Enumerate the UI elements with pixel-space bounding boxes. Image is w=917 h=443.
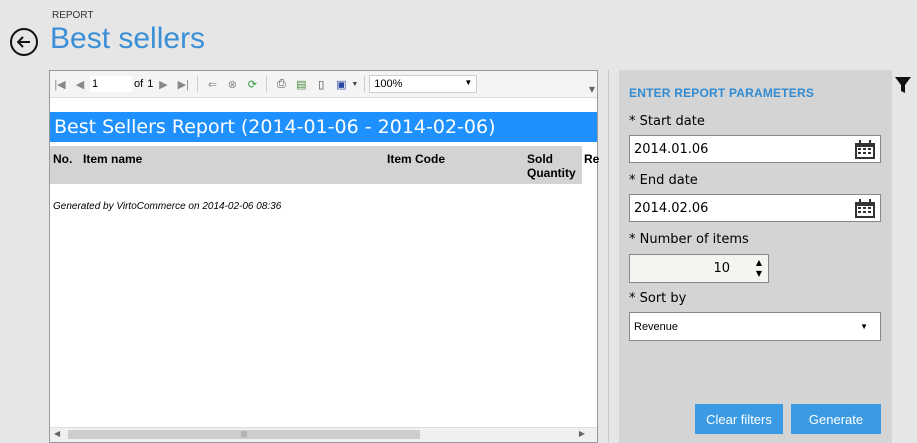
last-page-icon[interactable]: ▶| [176, 77, 190, 91]
report-column-header: No. Item name Item Code Sold Quantity Re [50, 146, 599, 184]
sort-by-value: Revenue [634, 320, 679, 333]
column-sold: Sold [527, 152, 553, 166]
scroll-right-icon[interactable]: ▶ [579, 429, 585, 438]
horizontal-scrollbar[interactable]: ◀ ||| ▶ [50, 427, 597, 442]
toolbar-separator [266, 76, 268, 92]
stop-icon[interactable]: ⊗ [225, 77, 239, 91]
generate-button[interactable]: Generate [791, 404, 881, 434]
next-page-icon[interactable]: ▶ [156, 77, 170, 91]
viewer-toolbar: |◀ ◀ of 1 ▶ ▶| ⇐ ⊗ ⟳ ⎙ ▤ ▯ ▣ ▼ 100% ▼ [50, 71, 597, 98]
column-item-name: Item name [83, 152, 143, 166]
items-count-label: * Number of items [629, 232, 749, 247]
column-no: No. [53, 152, 73, 166]
arrow-left-icon [17, 36, 30, 48]
prev-page-icon[interactable]: ◀ [73, 77, 87, 91]
page-title: Best sellers [50, 22, 206, 55]
toolbar-separator [364, 76, 366, 92]
page-of-label: of [134, 78, 144, 90]
scroll-down-icon[interactable]: ▼ [589, 85, 595, 94]
back-icon[interactable]: ⇐ [205, 77, 219, 91]
items-count-stepper[interactable]: 10 ▲ ▼ [629, 254, 769, 283]
breadcrumb: REPORT [52, 10, 94, 21]
panel-divider[interactable] [608, 70, 609, 443]
zoom-value: 100% [374, 78, 403, 90]
stepper-down-icon[interactable]: ▼ [756, 269, 762, 278]
back-button[interactable] [10, 28, 38, 56]
report-title: Best Sellers Report (2014-01-06 - 2014-0… [50, 112, 597, 142]
params-title: ENTER REPORT PARAMETERS [629, 86, 815, 100]
start-date-input[interactable]: 2014.01.06 [629, 135, 881, 163]
sort-by-label: * Sort by [629, 291, 687, 306]
start-date-value: 2014.01.06 [634, 141, 709, 157]
page-number-input[interactable] [90, 76, 132, 92]
export-dropdown-icon[interactable]: ▼ [351, 81, 358, 88]
print-layout-icon[interactable]: ▤ [294, 77, 308, 91]
clear-filters-button[interactable]: Clear filters [695, 404, 783, 434]
end-date-value: 2014.02.06 [634, 200, 709, 216]
chevron-down-icon: ▼ [464, 78, 473, 87]
column-item-code: Item Code [387, 152, 446, 166]
page-setup-icon[interactable]: ▯ [314, 77, 328, 91]
stepper-up-icon[interactable]: ▲ [756, 258, 762, 267]
end-date-input[interactable]: 2014.02.06 [629, 194, 881, 222]
toolbar-separator [197, 76, 199, 92]
calendar-icon[interactable] [854, 199, 876, 223]
scrollbar-thumb[interactable]: ||| [68, 430, 420, 439]
end-date-label: * End date [629, 173, 698, 188]
filter-icon[interactable] [894, 76, 912, 98]
generated-text: Generated by VirtoCommerce on 2014-02-06… [53, 201, 282, 212]
report-viewer: |◀ ◀ of 1 ▶ ▶| ⇐ ⊗ ⟳ ⎙ ▤ ▯ ▣ ▼ 100% ▼ ▼ … [49, 70, 599, 443]
zoom-select[interactable]: 100% ▼ [369, 75, 478, 93]
column-quantity: Quantity [527, 166, 576, 180]
chevron-down-icon: ▼ [860, 322, 868, 331]
scroll-left-icon[interactable]: ◀ [54, 429, 60, 438]
print-icon[interactable]: ⎙ [274, 77, 288, 91]
first-page-icon[interactable]: |◀ [53, 77, 67, 91]
page-total-label: 1 [147, 78, 154, 90]
column-revenue-truncated: Re [584, 152, 600, 166]
items-count-value: 10 [713, 261, 730, 276]
export-icon[interactable]: ▣ [334, 77, 348, 91]
parameters-panel: ENTER REPORT PARAMETERS * Start date 201… [619, 70, 892, 443]
sort-by-select[interactable]: Revenue ▼ [629, 312, 881, 341]
start-date-label: * Start date [629, 114, 705, 129]
refresh-icon[interactable]: ⟳ [245, 77, 259, 91]
calendar-icon[interactable] [854, 140, 876, 164]
